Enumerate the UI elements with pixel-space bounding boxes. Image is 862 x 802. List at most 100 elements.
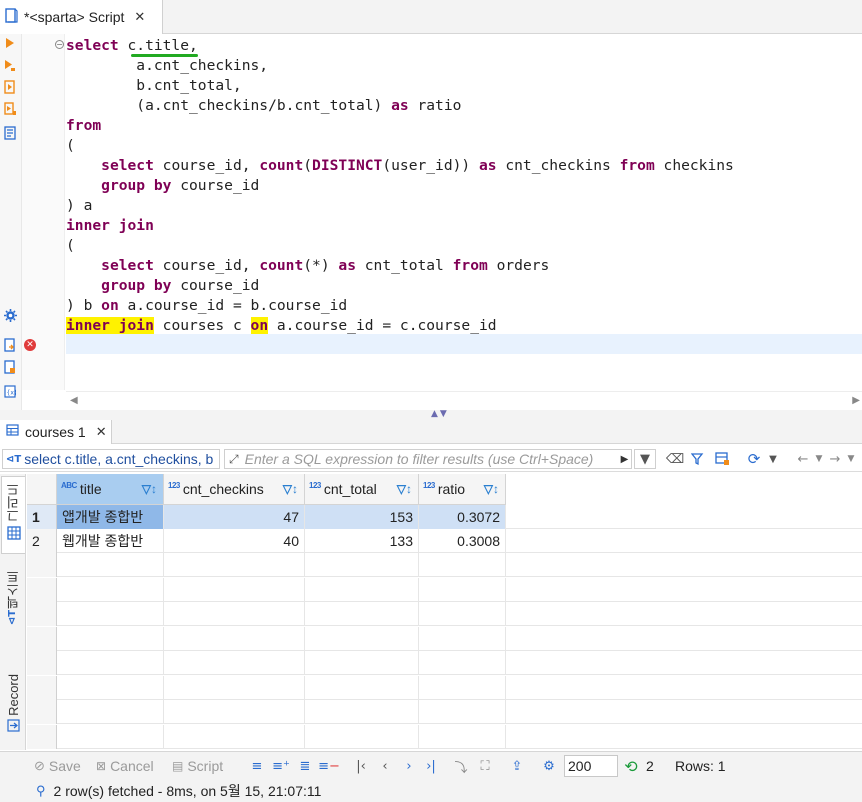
row-number-header[interactable] <box>27 474 57 505</box>
code-line[interactable]: ( <box>66 236 862 256</box>
filter-dropdown-icon[interactable]: ▼ <box>634 449 656 469</box>
add-row-icon[interactable]: ≡⁺ <box>272 756 290 776</box>
fetch-next-icon[interactable]: ⤵ <box>452 756 470 776</box>
explain-plan-icon[interactable] <box>3 126 17 140</box>
first-page-icon[interactable]: |‹ <box>352 756 370 776</box>
sort-filter-icon[interactable]: ▽↕ <box>397 482 412 496</box>
code-line[interactable]: ) b on a.course_id = b.course_id <box>66 296 862 316</box>
refresh-mode-icon[interactable]: ⟳ <box>744 449 764 469</box>
cell-cnt-checkins[interactable]: 47 <box>164 505 305 529</box>
close-icon[interactable]: ✕ <box>96 425 107 440</box>
query-text-link[interactable]: ⊲T select c.title, a.cnt_checkins, b <box>2 449 220 469</box>
filter-history-icon[interactable]: ▶ <box>621 454 629 465</box>
sql-editor[interactable]: {x} − ✕ select c.title, a.cnt_checkins, … <box>0 34 862 410</box>
cell-ratio[interactable]: 0.3072 <box>419 505 506 529</box>
row-number[interactable]: 2 <box>27 529 57 553</box>
editor-tab-script[interactable]: *<sparta> Script ✕ <box>0 0 163 34</box>
column-header-ratio[interactable]: 123 ratio ▽↕ <box>419 474 506 505</box>
execute-statement-icon[interactable] <box>3 36 17 50</box>
maximize-panel-icon[interactable]: ▲▼ <box>431 409 449 419</box>
cell-cnt-total[interactable]: 133 <box>305 529 419 553</box>
cell-title[interactable]: 앱개발 종합반 <box>57 505 164 529</box>
export-icon[interactable]: ⇪ <box>508 756 526 776</box>
column-header-title[interactable]: ABC title ▽↕ <box>57 474 164 505</box>
previous-page-icon[interactable]: ‹ <box>376 756 394 776</box>
code-line[interactable]: ( <box>66 136 862 156</box>
code-line[interactable]: select course_id, count(*) as cnt_total … <box>66 256 862 276</box>
view-tab-text[interactable]: 텍스트 ⊲T <box>1 570 25 642</box>
view-tab-record[interactable]: Record <box>1 674 25 748</box>
panel-splitter[interactable]: ▲▼ <box>0 409 862 420</box>
arrow-left-icon[interactable]: ← <box>794 449 812 469</box>
copy-row-icon[interactable]: ≣ <box>296 756 314 776</box>
cell-cnt-total[interactable]: 153 <box>305 505 419 529</box>
code-line[interactable]: group by course_id <box>66 176 862 196</box>
variables-icon[interactable]: {x} <box>3 384 17 398</box>
fetch-all-icon[interactable]: ⛶ <box>476 756 494 776</box>
column-header-cnt-checkins[interactable]: 123 cnt_checkins ▽↕ <box>164 474 305 505</box>
code-line[interactable]: b.cnt_total, <box>66 76 862 96</box>
expand-filter-icon[interactable]: ⤢ <box>229 452 239 467</box>
chevron-down-icon[interactable]: ▼ <box>812 449 826 469</box>
fetch-size-input[interactable] <box>564 755 618 777</box>
code-line[interactable]: ) a <box>66 196 862 216</box>
code-line[interactable]: select course_id, count(DISTINCT(user_id… <box>66 156 862 176</box>
panel-layout-icon[interactable] <box>712 449 732 469</box>
code-line[interactable]: select c.title, <box>66 36 862 56</box>
scroll-left-icon[interactable]: ◀ <box>70 395 78 406</box>
gear-icon[interactable] <box>3 308 17 322</box>
column-header-cnt-total[interactable]: 123 cnt_total ▽↕ <box>305 474 419 505</box>
results-tab-courses[interactable]: courses 1 ✕ <box>0 420 112 444</box>
filter-field[interactable]: ⤢ ▶ <box>224 449 632 469</box>
code-line[interactable]: inner join courses c on a.course_id = c.… <box>66 316 862 336</box>
editor-horizontal-scrollbar[interactable]: ◀ ▶ <box>66 391 862 410</box>
next-page-icon[interactable]: › <box>400 756 418 776</box>
error-marker-icon[interactable]: ✕ <box>24 339 36 351</box>
sort-filter-icon[interactable]: ▽↕ <box>484 482 499 496</box>
empty-row <box>27 577 862 602</box>
cancel-button[interactable]: ⊠ Cancel <box>96 756 154 776</box>
script-button[interactable]: ▤ Script <box>172 756 223 776</box>
save-button[interactable]: ⊘ Save <box>34 756 81 776</box>
code-line[interactable]: (a.cnt_checkins/b.cnt_total) as ratio <box>66 96 862 116</box>
cell-ratio[interactable]: 0.3008 <box>419 529 506 553</box>
execute-script-icon[interactable] <box>3 80 17 94</box>
row-number <box>27 724 57 749</box>
chevron-down-icon[interactable]: ▼ <box>766 449 780 469</box>
code-line[interactable]: group by course_id <box>66 276 862 296</box>
save-script-icon[interactable] <box>3 360 17 374</box>
refresh-icon[interactable]: ⟲ <box>622 756 640 776</box>
sort-filter-icon[interactable]: ▽↕ <box>142 482 157 496</box>
results-toolbar: ⊘ Save ⊠ Cancel ▤ Script ≡ ≡⁺ ≣ ≡ − |‹ ‹ … <box>0 751 862 779</box>
last-page-icon[interactable]: ›| <box>422 756 440 776</box>
cell-title[interactable]: 웹개발 종합반 <box>57 529 164 553</box>
filter-input[interactable] <box>244 451 615 467</box>
view-tab-grid[interactable]: 그리드 <box>1 476 25 554</box>
code-line[interactable]: a.cnt_checkins, <box>66 56 862 76</box>
empty-cell <box>57 700 164 724</box>
filter-settings-icon[interactable] <box>689 449 707 469</box>
close-icon[interactable]: ✕ <box>134 10 145 25</box>
table-row[interactable]: 1 앱개발 종합반 47 153 0.3072 <box>27 505 862 529</box>
code-line[interactable]: from <box>66 116 862 136</box>
execute-script-new-tab-icon[interactable] <box>3 102 17 116</box>
fold-collapse-icon[interactable]: − <box>55 40 64 49</box>
arrow-right-icon[interactable]: → <box>826 449 844 469</box>
code-line[interactable] <box>66 336 862 356</box>
gear-icon[interactable]: ⚙ <box>540 756 558 776</box>
check-circle-icon: ⊘ <box>34 758 45 773</box>
sort-filter-icon[interactable]: ▽↕ <box>283 482 298 496</box>
results-grid[interactable]: ABC title ▽↕ 123 cnt_checkins ▽↕ 123 cnt… <box>27 474 862 750</box>
edit-row-icon[interactable]: ≡ <box>248 756 266 776</box>
table-row[interactable]: 2 웹개발 종합반 40 133 0.3008 <box>27 529 862 553</box>
code-line[interactable]: inner join <box>66 216 862 236</box>
delete-row-icon[interactable]: ≡ − <box>318 756 340 776</box>
code-text[interactable]: select c.title, a.cnt_checkins, b.cnt_to… <box>66 34 862 390</box>
row-number[interactable]: 1 <box>27 505 57 529</box>
scroll-right-icon[interactable]: ▶ <box>852 395 860 406</box>
cell-cnt-checkins[interactable]: 40 <box>164 529 305 553</box>
execute-new-tab-icon[interactable] <box>3 58 17 72</box>
chevron-down-icon[interactable]: ▼ <box>844 449 858 469</box>
load-script-icon[interactable] <box>3 338 17 352</box>
eraser-icon[interactable]: ⌫ <box>666 449 684 469</box>
